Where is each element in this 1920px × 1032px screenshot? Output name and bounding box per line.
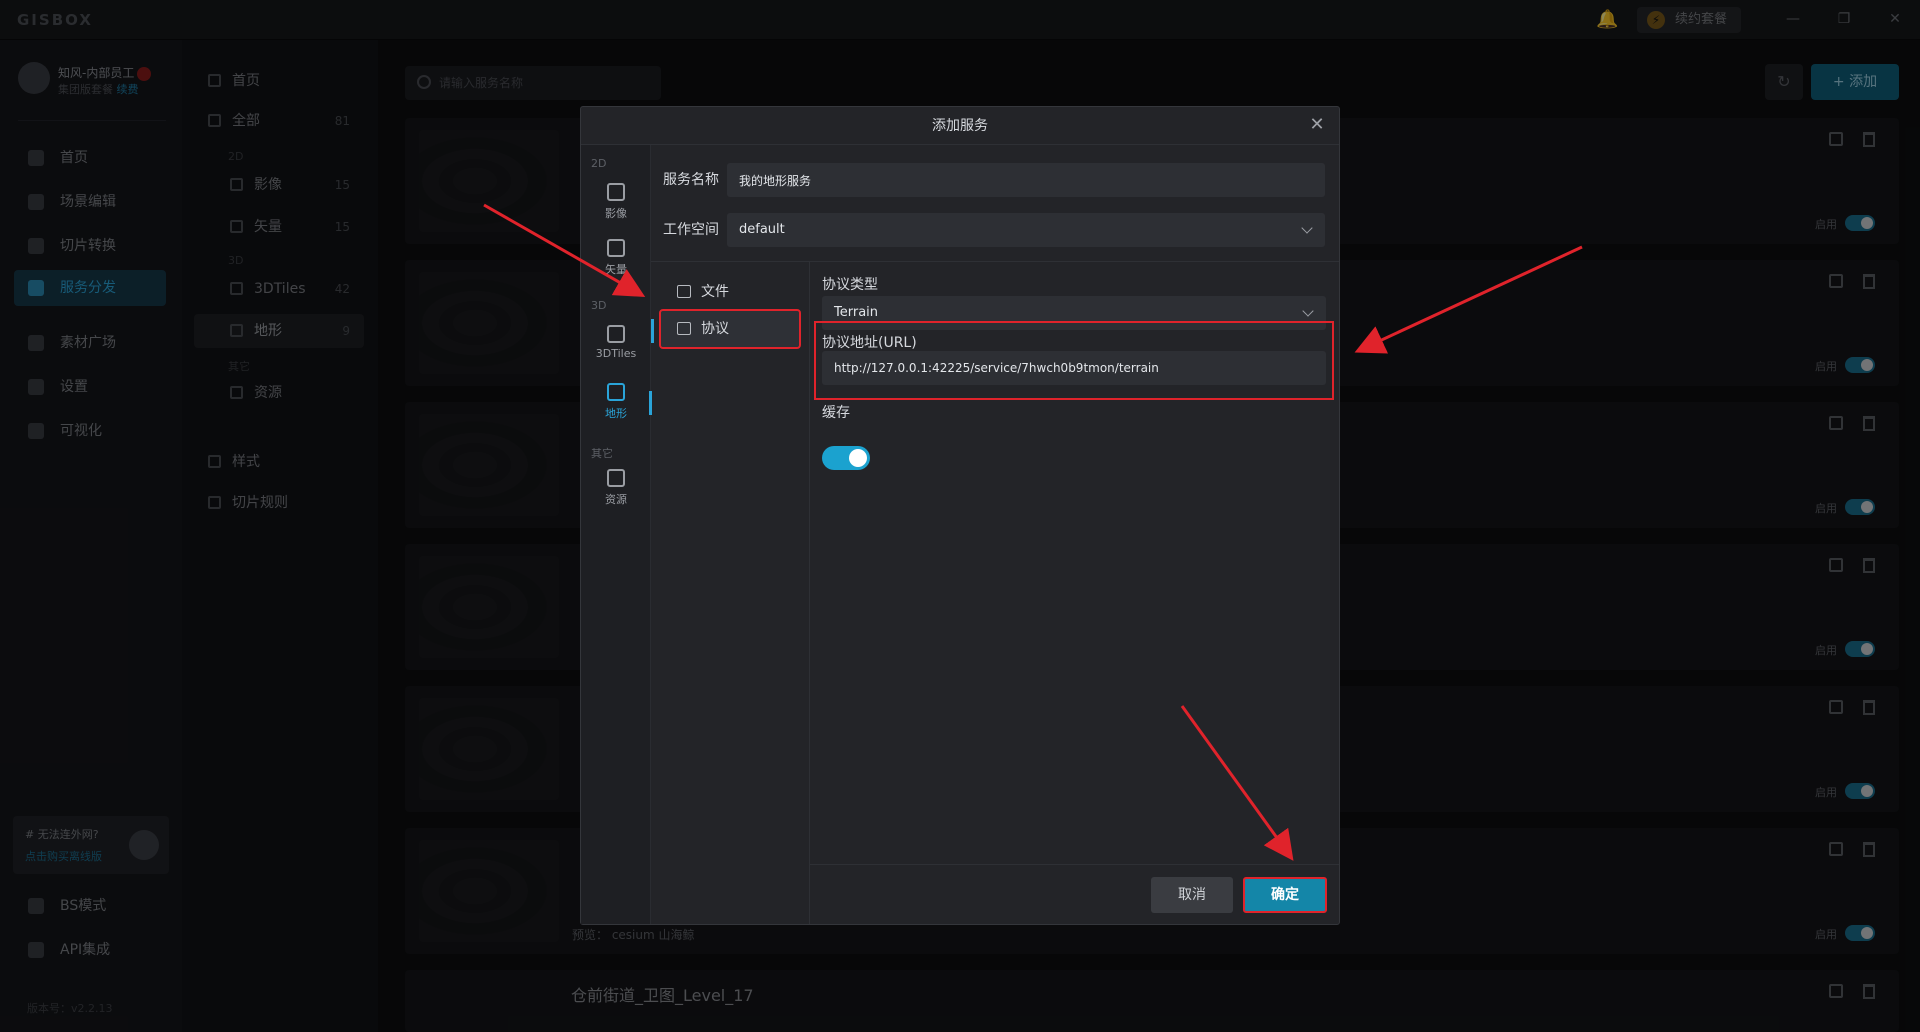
service-name-label: 服务名称 (663, 172, 719, 188)
dialog-header: 添加服务 ✕ (581, 107, 1339, 145)
cube-icon (607, 325, 625, 343)
resource-icon (607, 469, 625, 487)
source-file-option[interactable]: 文件 (661, 274, 799, 310)
type-resource[interactable]: 资源 (581, 463, 651, 517)
type-vector[interactable]: 矢量 (581, 233, 651, 287)
url-input[interactable] (822, 351, 1326, 385)
source-protocol-option[interactable]: 协议 (659, 309, 801, 349)
folder-icon (677, 285, 691, 298)
close-icon[interactable]: ✕ (1307, 115, 1327, 135)
confirm-button[interactable]: 确定 (1243, 877, 1327, 913)
cache-toggle[interactable] (822, 446, 870, 470)
protocol-icon (677, 322, 691, 335)
url-label: 协议地址(URL) (822, 335, 917, 351)
mountain-icon (607, 383, 625, 401)
dialog-title: 添加服务 (932, 118, 988, 134)
type-3dtiles[interactable]: 3DTiles (581, 319, 651, 373)
type-terrain[interactable]: 地形 (581, 377, 652, 431)
protocol-type-label: 协议类型 (822, 277, 878, 293)
workspace-select[interactable]: default (727, 213, 1325, 247)
service-name-input[interactable] (727, 163, 1325, 197)
service-type-list: 2D 影像 矢量 3D 3DTiles 地形 其它 资源 (581, 145, 652, 924)
workspace-label: 工作空间 (663, 222, 719, 238)
add-service-dialog: 添加服务 ✕ 2D 影像 矢量 3D 3DTiles 地形 其它 资源 服务名称… (580, 106, 1340, 925)
chevron-down-icon (1301, 222, 1313, 234)
chevron-down-icon (1302, 305, 1314, 317)
cache-label: 缓存 (822, 405, 850, 421)
type-imagery[interactable]: 影像 (581, 177, 651, 231)
selection-indicator (651, 319, 654, 343)
cancel-button[interactable]: 取消 (1151, 877, 1233, 913)
vector-icon (607, 239, 625, 257)
satellite-icon (607, 183, 625, 201)
divider (810, 864, 1339, 865)
source-type-panel: 文件 协议 (651, 262, 810, 924)
